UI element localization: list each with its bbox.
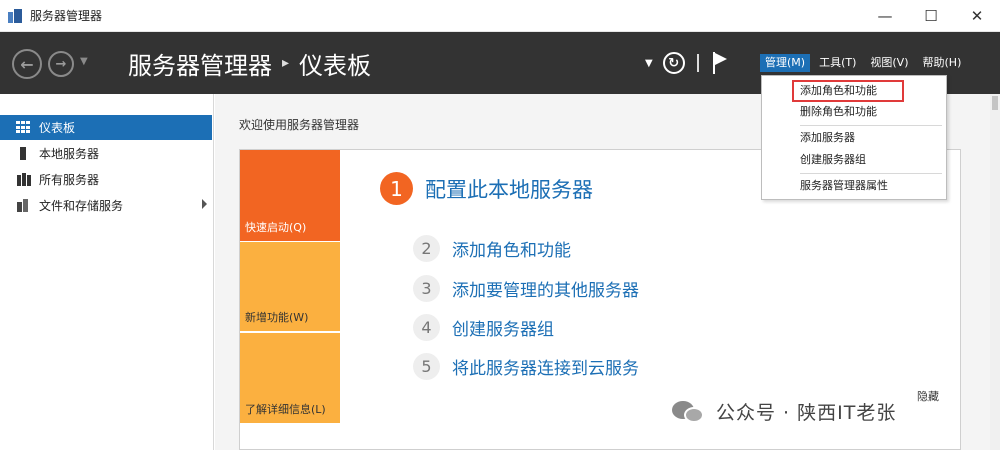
- menu-item-add-roles[interactable]: 添加角色和功能: [792, 80, 904, 102]
- step-link[interactable]: 添加角色和功能: [452, 236, 571, 261]
- tile-whats-new[interactable]: 新增功能(W): [240, 241, 340, 331]
- step-add-roles[interactable]: 2 添加角色和功能: [413, 235, 571, 262]
- step-number: 1: [380, 172, 413, 205]
- minimize-button[interactable]: —: [862, 0, 908, 32]
- scrollbar-thumb[interactable]: [992, 96, 998, 110]
- sidebar-item-label: 所有服务器: [39, 172, 100, 187]
- sidebar-item-local-server[interactable]: 本地服务器: [0, 140, 213, 166]
- tools-dropdown-icon[interactable]: ▼: [645, 58, 653, 69]
- menu-item-create-server-group[interactable]: 创建服务器组: [768, 149, 940, 171]
- menu-item-properties[interactable]: 服务器管理器属性: [768, 175, 940, 197]
- file-storage-icon: [16, 198, 32, 212]
- tile-quick-start[interactable]: 快速启动(Q): [240, 150, 340, 241]
- maximize-button[interactable]: ☐: [908, 0, 954, 32]
- welcome-heading: 欢迎使用服务器管理器: [239, 118, 360, 132]
- menu-help[interactable]: 帮助(H): [918, 54, 967, 72]
- forward-arrow-icon[interactable]: →: [48, 51, 74, 77]
- tile-label: 了解详细信息(L): [245, 403, 326, 416]
- window-titlebar: 服务器管理器 — ☐ ✕: [0, 0, 1000, 32]
- header-tools: ▼ ↻: [645, 52, 729, 74]
- sidebar-item-dashboard[interactable]: 仪表板: [0, 115, 212, 140]
- menu-item-remove-roles[interactable]: 删除角色和功能: [768, 101, 940, 123]
- dashboard-icon: [16, 121, 32, 134]
- step-number: 4: [413, 314, 440, 341]
- notifications-flag-icon[interactable]: [711, 52, 729, 74]
- window-controls: — ☐ ✕: [862, 0, 1000, 32]
- sidebar-item-label: 仪表板: [39, 121, 76, 135]
- manage-dropdown-menu: 添加角色和功能 删除角色和功能 添加服务器 创建服务器组 服务器管理器属性: [761, 75, 947, 200]
- step-create-group[interactable]: 4 创建服务器组: [413, 314, 554, 341]
- menu-separator: [800, 125, 942, 126]
- breadcrumb-root[interactable]: 服务器管理器: [128, 46, 272, 81]
- step-add-servers[interactable]: 3 添加要管理的其他服务器: [413, 275, 639, 302]
- watermark: 公众号 · 陕西IT老张: [672, 398, 896, 425]
- divider: [696, 54, 699, 72]
- menu-manage[interactable]: 管理(M): [760, 54, 811, 72]
- breadcrumb-current: 仪表板: [299, 51, 372, 80]
- tile-label: 新增功能(W): [245, 311, 309, 324]
- step-configure-local-server[interactable]: 1 配置此本地服务器: [380, 172, 593, 205]
- sidebar: 仪表板 本地服务器 所有服务器 文件和存储服务: [0, 94, 214, 450]
- step-number: 2: [413, 235, 440, 262]
- step-link[interactable]: 配置此本地服务器: [425, 174, 593, 204]
- watermark-text: 公众号 · 陕西IT老张: [716, 402, 897, 424]
- submenu-arrow-icon: [202, 199, 207, 209]
- breadcrumb: 服务器管理器 ▸ 仪表板: [128, 46, 372, 81]
- tile-learn-more[interactable]: 了解详细信息(L): [240, 332, 340, 423]
- all-servers-icon: [16, 172, 32, 186]
- wechat-icon: [672, 399, 706, 425]
- step-link[interactable]: 创建服务器组: [452, 315, 554, 340]
- menu-tools[interactable]: 工具(T): [814, 54, 861, 72]
- scrollbar[interactable]: [990, 94, 1000, 450]
- step-connect-cloud[interactable]: 5 将此服务器连接到云服务: [413, 353, 639, 380]
- sidebar-item-all-servers[interactable]: 所有服务器: [0, 166, 213, 192]
- server-manager-app-icon: [8, 8, 22, 23]
- breadcrumb-separator-icon: ▸: [282, 55, 290, 71]
- refresh-icon[interactable]: ↻: [662, 52, 685, 74]
- step-number: 5: [413, 353, 440, 380]
- menu-item-add-servers[interactable]: 添加服务器: [768, 127, 940, 149]
- step-link[interactable]: 添加要管理的其他服务器: [452, 276, 639, 301]
- sidebar-item-file-storage[interactable]: 文件和存储服务: [0, 192, 213, 218]
- menu-bar: 管理(M) 工具(T) 视图(V) 帮助(H): [760, 54, 970, 72]
- history-dropdown-icon[interactable]: ▼: [80, 56, 88, 67]
- menu-separator: [800, 173, 942, 174]
- sidebar-item-label: 本地服务器: [39, 146, 100, 161]
- sidebar-item-label: 文件和存储服务: [39, 198, 124, 213]
- menu-view[interactable]: 视图(V): [865, 54, 913, 72]
- close-button[interactable]: ✕: [954, 0, 1000, 32]
- step-link[interactable]: 将此服务器连接到云服务: [452, 354, 639, 379]
- window-title: 服务器管理器: [30, 9, 103, 23]
- hide-link[interactable]: 隐藏: [917, 388, 939, 404]
- local-server-icon: [16, 146, 32, 160]
- back-arrow-icon[interactable]: ←: [12, 49, 42, 79]
- tile-label: 快速启动(Q): [245, 221, 307, 234]
- step-number: 3: [413, 275, 440, 302]
